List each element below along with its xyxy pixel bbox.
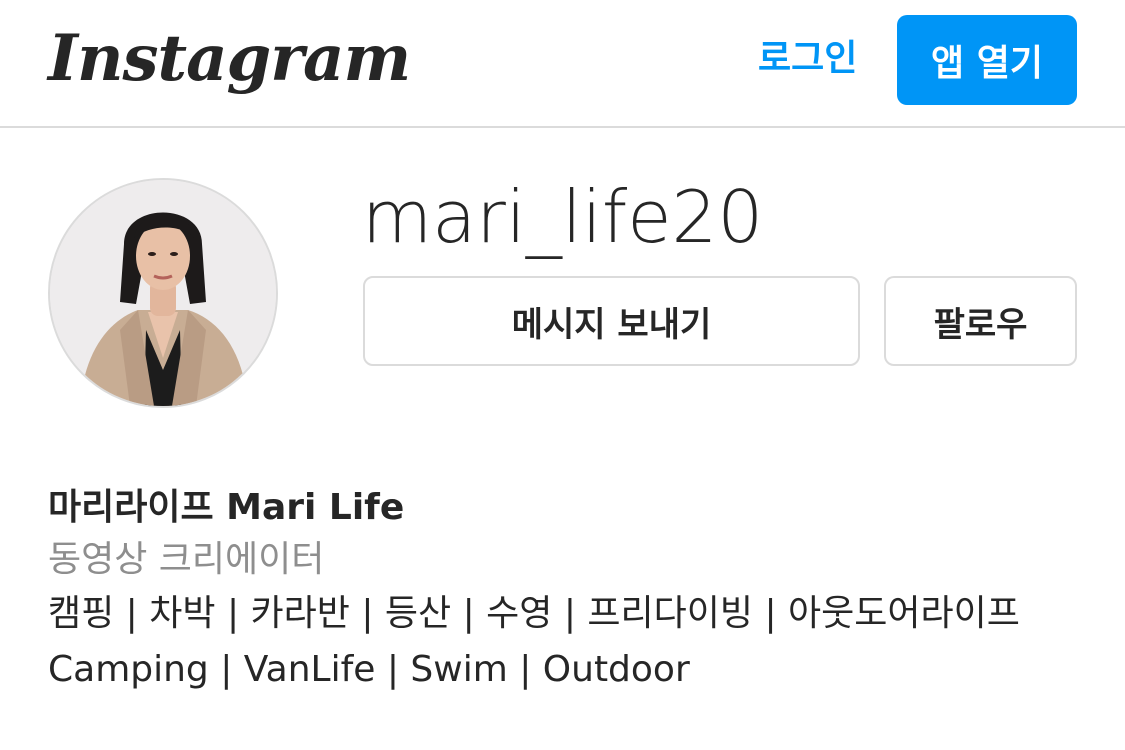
bio-line-english: Camping | VanLife | Swim | Outdoor bbox=[48, 649, 690, 690]
profile-username: mari_life20 bbox=[362, 175, 764, 259]
top-header: Instagram 로그인 앱 열기 bbox=[0, 0, 1125, 128]
profile-bio: 마리라이프 Mari Life 동영상 크리에이터 캠핑 | 차박 | 카라반 … bbox=[48, 482, 1088, 698]
avatar-photo bbox=[50, 180, 276, 406]
open-app-button[interactable]: 앱 열기 bbox=[897, 15, 1077, 105]
bio-display-name: 마리라이프 Mari Life bbox=[48, 487, 405, 528]
profile-avatar[interactable] bbox=[48, 178, 278, 408]
login-link[interactable]: 로그인 bbox=[758, 36, 857, 82]
bio-line-korean: 캠핑 | 차박 | 카라반 | 등산 | 수영 | 프리다이빙 | 아웃도어라이… bbox=[48, 593, 1020, 634]
follow-button[interactable]: 팔로우 bbox=[884, 276, 1077, 366]
bio-category: 동영상 크리에이터 bbox=[48, 539, 325, 580]
instagram-logo[interactable]: Instagram bbox=[48, 14, 411, 104]
send-message-button[interactable]: 메시지 보내기 bbox=[363, 276, 860, 366]
